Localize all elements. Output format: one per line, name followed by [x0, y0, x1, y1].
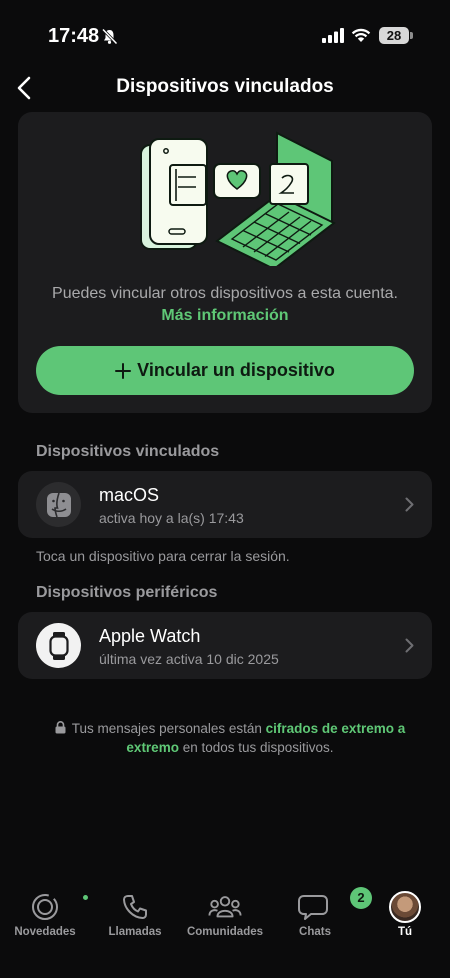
link-device-button-label: Vincular un dispositivo [137, 360, 335, 380]
tab-label: Chats [299, 926, 331, 938]
linked-devices-screen: 17:48 28 Dispositivos vinculados Puedes … [0, 0, 450, 978]
avatar [388, 890, 422, 924]
phone-icon [118, 890, 152, 924]
tab-novedades[interactable]: Novedades [0, 890, 90, 950]
device-name: Apple Watch [99, 626, 201, 646]
encryption-note: Tus mensajes personales están cifrados d… [40, 719, 420, 757]
logout-hint: Toca un dispositivo para cerrar la sesió… [36, 548, 290, 564]
link-device-card: Puedes vincular otros dispositivos a est… [18, 112, 432, 413]
tab-comunidades[interactable]: Comunidades [180, 890, 270, 950]
chevron-right-icon [405, 638, 414, 653]
status-icon [28, 890, 90, 924]
device-row-apple-watch[interactable]: Apple Watch última vez activa 10 dic 202… [18, 612, 432, 679]
tab-label: Comunidades [186, 926, 264, 938]
tab-tu[interactable]: Tú [360, 890, 450, 950]
linked-devices-header: Dispositivos vinculados [36, 443, 220, 460]
page-title: Dispositivos vinculados [116, 76, 334, 97]
communities-icon [208, 890, 242, 924]
device-row-macos[interactable]: macOS activa hoy a la(s) 17:43 [18, 471, 432, 538]
link-description: Puedes vincular otros dispositivos a est… [52, 285, 398, 302]
peripheral-devices-header: Dispositivos periféricos [36, 584, 218, 601]
encryption-prefix: Tus mensajes personales están [71, 721, 262, 736]
bell-off-icon [101, 28, 118, 45]
more-info-link[interactable]: Más información [18, 307, 432, 325]
chats-icon: 2 [298, 887, 372, 924]
status-time: 17:48 [48, 25, 100, 47]
battery-tip [410, 32, 413, 39]
tab-bar: Novedades Llamadas Comunidades 2 Chats T… [0, 880, 450, 978]
watch-icon [36, 623, 81, 668]
link-device-button[interactable]: Vincular un dispositivo [36, 346, 414, 395]
device-status: activa hoy a la(s) 17:43 [99, 510, 244, 526]
wifi-icon [351, 28, 371, 42]
status-bar: 17:48 28 [0, 0, 450, 70]
linked-devices-illustration [140, 131, 336, 266]
tab-chats[interactable]: 2 Chats [270, 887, 372, 950]
device-status: última vez activa 10 dic 2025 [99, 651, 279, 667]
lock-icon [55, 721, 66, 734]
tab-label: Llamadas [108, 926, 162, 938]
device-name: macOS [99, 485, 160, 505]
cellular-signal-icon [322, 28, 344, 43]
profile-photo [389, 891, 421, 923]
encryption-suffix: en todos tus dispositivos. [182, 740, 334, 755]
battery-indicator: 28 [379, 27, 409, 44]
new-status-dot [81, 893, 90, 902]
finder-icon [36, 482, 81, 527]
plus-icon [115, 362, 132, 379]
tab-llamadas[interactable]: Llamadas [90, 890, 180, 950]
tab-label: Tú [397, 926, 413, 938]
chevron-right-icon [405, 497, 414, 512]
tab-label: Novedades [14, 926, 76, 938]
